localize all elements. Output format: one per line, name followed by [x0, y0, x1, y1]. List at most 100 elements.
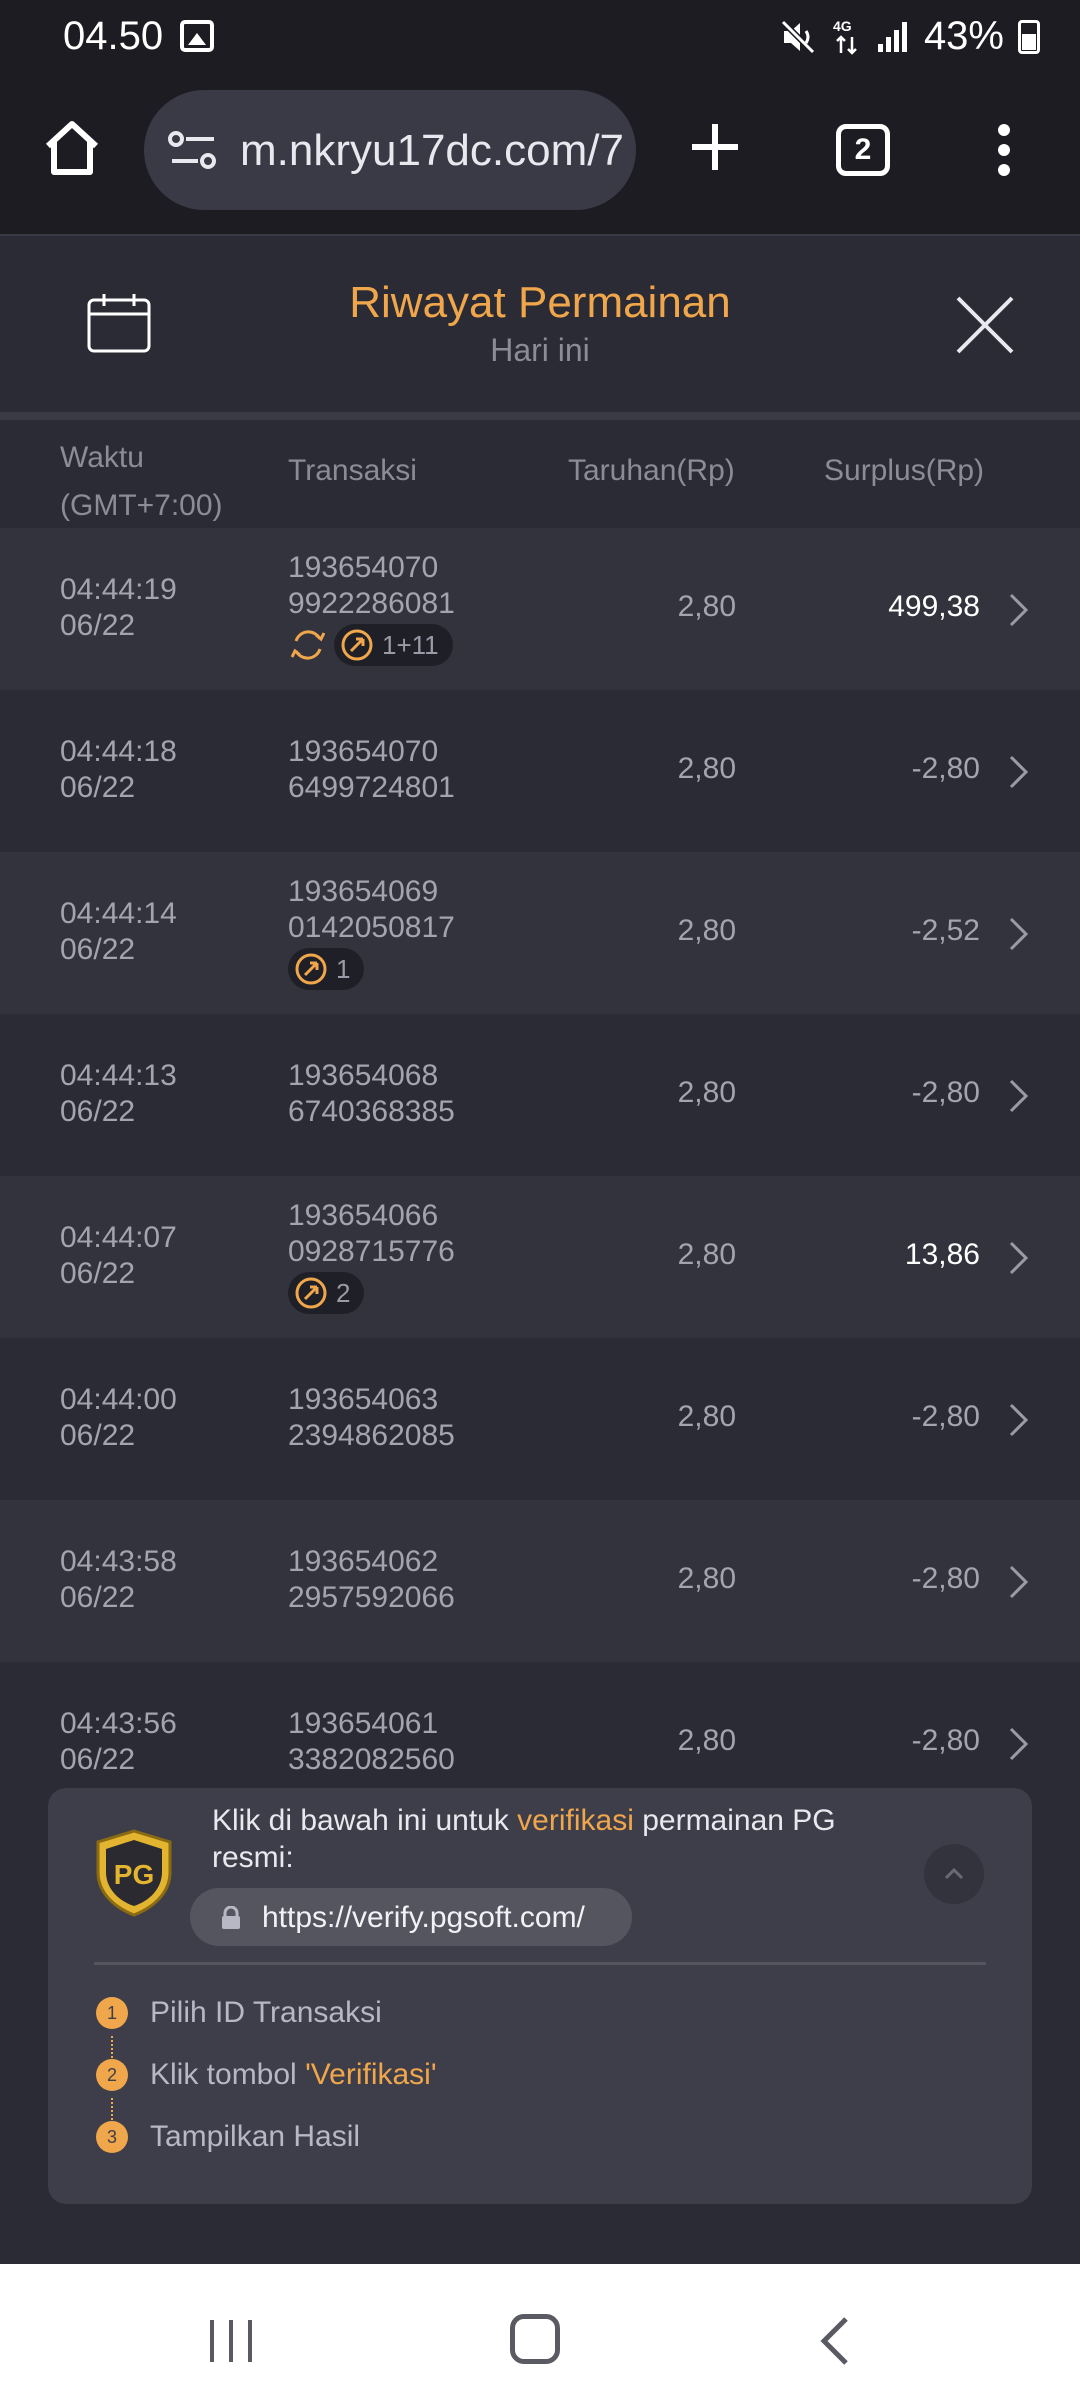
free-spin-badge: 1+11	[334, 624, 453, 666]
new-tab-icon[interactable]	[688, 120, 742, 174]
row-time-clock: 04:44:14	[60, 897, 177, 930]
column-header-surplus: Surplus(Rp)	[824, 454, 985, 487]
row-transaction-id-part1: 193654062	[288, 1545, 439, 1578]
row-time-date: 06/22	[60, 1419, 136, 1452]
row-bet: 2,80	[677, 1724, 736, 1757]
column-header-time: Waktu (GMT+7:00)	[60, 434, 223, 530]
table-row[interactable]: 04:43:58 06/22 193654062 2957592066 2,80…	[0, 1500, 1080, 1662]
step-number: 3	[96, 2121, 128, 2153]
column-header-bet: Taruhan(Rp)	[568, 454, 735, 487]
row-transaction: 193654062 2957592066	[288, 1544, 455, 1616]
verify-url[interactable]: https://verify.pgsoft.com/	[262, 1901, 585, 1935]
verify-link[interactable]: https://verify.pgsoft.com/	[190, 1888, 632, 1946]
row-time-date: 06/22	[60, 933, 136, 966]
row-transaction-id-part1: 193654063	[288, 1383, 439, 1416]
chevron-right-icon[interactable]	[1008, 1078, 1030, 1114]
home-icon[interactable]	[42, 118, 102, 178]
network-label: 4G	[833, 18, 852, 34]
panel-divider	[94, 1962, 986, 1965]
row-transaction-id-part2: 2394862085	[288, 1419, 455, 1452]
row-time-date: 06/22	[60, 1257, 136, 1290]
free-spin-count: 1	[336, 954, 351, 984]
row-surplus: -2,80	[911, 1724, 980, 1757]
verify-text-highlight: verifikasi	[517, 1804, 634, 1837]
back-icon[interactable]	[820, 2316, 850, 2366]
tab-switcher-button[interactable]: 2	[836, 124, 890, 176]
close-icon[interactable]	[954, 294, 1016, 356]
pg-logo-text: PG	[114, 1859, 154, 1890]
pg-logo-icon: PG	[96, 1829, 172, 1917]
row-transaction: 193654063 2394862085	[288, 1382, 455, 1454]
page-title: Riwayat Permainan	[349, 278, 731, 327]
row-time-clock: 04:43:58	[60, 1545, 177, 1578]
step-3: 3 Tampilkan Hasil	[96, 2120, 360, 2154]
url-text[interactable]: m.nkryu17dc.com/7	[240, 126, 624, 176]
table-row[interactable]: 04:44:19 06/22 193654070 9922286081 1+11…	[0, 528, 1080, 690]
row-transaction: 193654069 0142050817 1	[288, 874, 455, 990]
table-row[interactable]: 04:44:00 06/22 193654063 2394862085 2,80…	[0, 1338, 1080, 1500]
row-bet: 2,80	[677, 590, 736, 623]
table-row[interactable]: 04:44:18 06/22 193654070 6499724801 2,80…	[0, 690, 1080, 852]
row-time-clock: 04:43:56	[60, 1707, 177, 1740]
row-transaction-id-part2: 2957592066	[288, 1581, 455, 1614]
home-button[interactable]	[510, 2314, 560, 2364]
step-1: 1 Pilih ID Transaksi	[96, 1996, 382, 2030]
chevron-right-icon[interactable]	[1008, 592, 1030, 628]
step-2: 2 Klik tombol 'Verifikasi'	[96, 2058, 437, 2092]
row-time-date: 06/22	[60, 771, 136, 804]
signal-icon	[877, 21, 907, 52]
row-bet: 2,80	[677, 1076, 736, 1109]
step-number: 2	[96, 2059, 128, 2091]
row-surplus: -2,52	[911, 914, 980, 947]
row-time-date: 06/22	[60, 1095, 136, 1128]
row-badges: 1	[288, 948, 455, 990]
page-bottom-space	[0, 2204, 1080, 2264]
step-label: Tampilkan Hasil	[150, 2120, 361, 2153]
row-bet: 2,80	[677, 1400, 736, 1433]
row-badges: 1+11	[288, 624, 455, 666]
chevron-right-icon[interactable]	[1008, 1726, 1030, 1762]
site-settings-icon[interactable]	[168, 130, 218, 170]
row-transaction-id-part2: 0142050817	[288, 911, 455, 944]
row-transaction-id-part1: 193654061	[288, 1707, 439, 1740]
row-transaction: 193654070 9922286081 1+11	[288, 550, 455, 666]
chevron-right-icon[interactable]	[1008, 916, 1030, 952]
row-surplus: -2,80	[911, 1076, 980, 1109]
row-transaction-id-part2: 6740368385	[288, 1095, 455, 1128]
chevron-right-icon[interactable]	[1008, 1240, 1030, 1276]
row-time-clock: 04:44:18	[60, 735, 177, 768]
row-time-clock: 04:44:13	[60, 1059, 177, 1092]
step-label-text: Klik tombol	[150, 2058, 306, 2091]
browser-toolbar: m.nkryu17dc.com/7 2	[0, 72, 1080, 234]
table-row[interactable]: 04:44:13 06/22 193654068 6740368385 2,80…	[0, 1014, 1080, 1176]
row-time: 04:44:19 06/22	[60, 572, 177, 644]
gallery-notification-icon	[180, 20, 214, 52]
chevron-right-icon[interactable]	[1008, 1402, 1030, 1438]
free-spin-badge: 1	[288, 948, 365, 990]
table-row[interactable]: 04:44:07 06/22 193654066 0928715776 2 2,…	[0, 1176, 1080, 1338]
history-header: Riwayat Permainan Hari ini	[0, 234, 1080, 414]
row-badges: 2	[288, 1272, 455, 1314]
row-transaction-id-part1: 193654068	[288, 1059, 439, 1092]
chevron-right-icon[interactable]	[1008, 1564, 1030, 1600]
column-header-time-label: Waktu	[60, 441, 144, 474]
column-header-transaction: Transaksi	[288, 454, 417, 487]
row-surplus: -2,80	[911, 1400, 980, 1433]
row-time: 04:44:13 06/22	[60, 1058, 177, 1130]
free-spin-count: 2	[336, 1278, 351, 1308]
more-options-icon[interactable]	[996, 122, 1012, 178]
chevron-right-icon[interactable]	[1008, 754, 1030, 790]
row-time: 04:44:18 06/22	[60, 734, 177, 806]
step-number: 1	[96, 1997, 128, 2029]
verify-instruction: Klik di bawah ini untuk verifikasi perma…	[212, 1802, 852, 1876]
address-bar[interactable]: m.nkryu17dc.com/7	[144, 90, 636, 210]
recent-apps-icon[interactable]	[206, 2318, 256, 2364]
verify-text-before: Klik di bawah ini untuk	[212, 1804, 518, 1837]
collapse-button[interactable]	[924, 1844, 984, 1904]
row-time: 04:44:00 06/22	[60, 1382, 177, 1454]
row-time-clock: 04:44:19	[60, 573, 177, 606]
table-row[interactable]: 04:44:14 06/22 193654069 0142050817 1 2,…	[0, 852, 1080, 1014]
lock-icon	[222, 1906, 240, 1929]
history-list: 04:44:19 06/22 193654070 9922286081 1+11…	[0, 528, 1080, 1824]
row-transaction: 193654068 6740368385	[288, 1058, 455, 1130]
